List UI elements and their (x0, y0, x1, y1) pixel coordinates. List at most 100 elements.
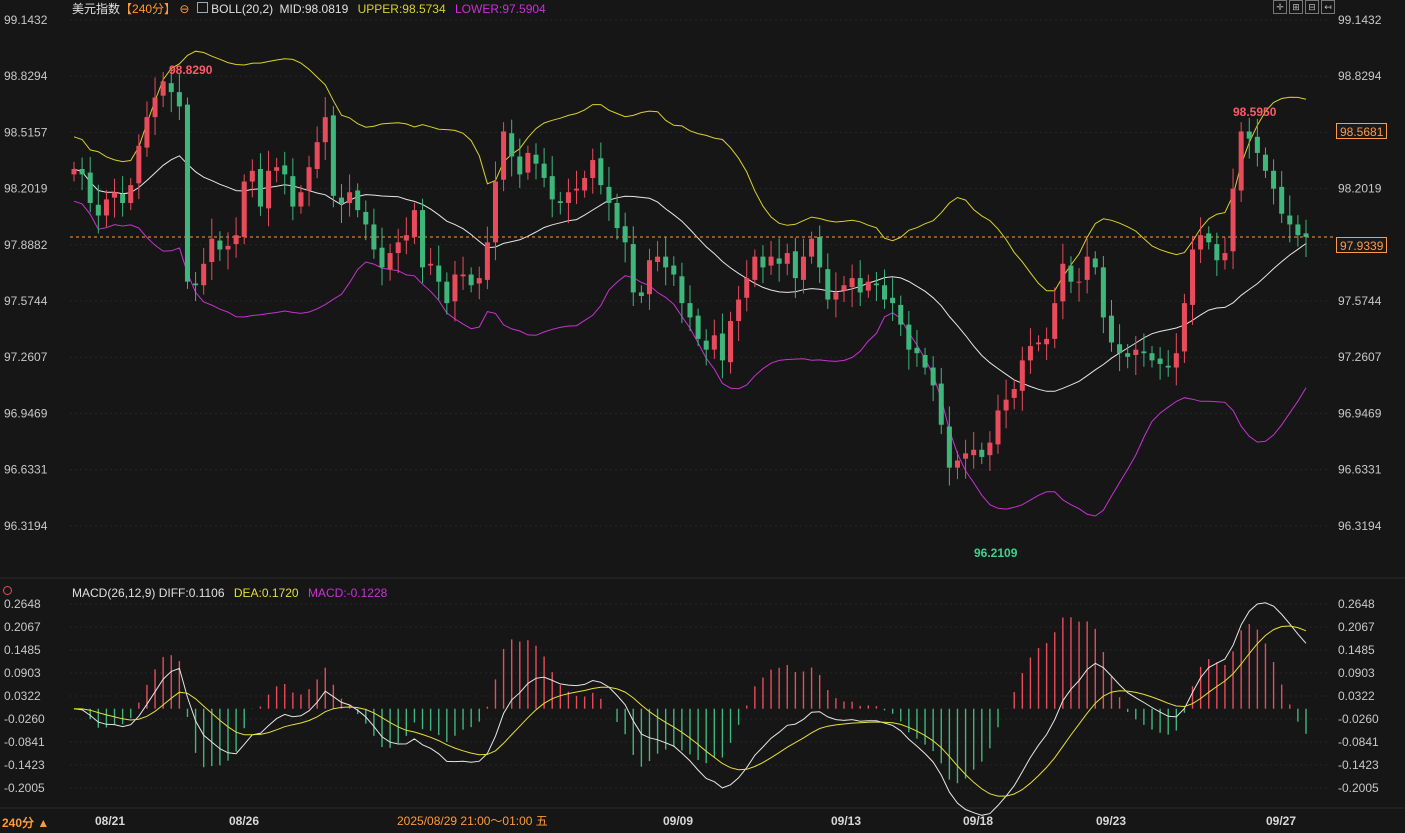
zoom-out-icon[interactable]: ⊟ (1305, 0, 1319, 14)
candle-body (136, 145, 142, 184)
candle-body (784, 253, 790, 264)
candle-body (1271, 170, 1277, 189)
candle-body (330, 115, 336, 196)
candle-body (1173, 353, 1179, 368)
candle-body (476, 278, 482, 284)
candle-body (646, 260, 652, 295)
candle-body (274, 167, 280, 171)
macd-toggle-icon[interactable] (3, 586, 12, 595)
candle-body (582, 177, 588, 191)
high-annotation-1: 98.8290 (169, 63, 213, 77)
macd-axis-right-label: -0.2005 (1338, 781, 1379, 795)
candle-body (1133, 349, 1139, 355)
candle-body (193, 283, 199, 286)
candle-body (590, 160, 596, 178)
candle-body (906, 324, 912, 350)
boll-upper: UPPER:98.5734 (357, 2, 446, 16)
candle-body (679, 276, 685, 304)
candle-body (436, 265, 442, 282)
candle-body (598, 158, 604, 186)
macd-params: MACD(26,12,9) (72, 586, 156, 600)
candle-body (525, 152, 531, 173)
candle-body (184, 104, 190, 282)
candle-body (606, 186, 612, 203)
candle-body (314, 142, 320, 170)
candle-body (1117, 344, 1123, 354)
candle-body (1222, 253, 1228, 261)
price-axis-left-label: 97.2607 (4, 350, 48, 364)
reset-icon[interactable]: ↤ (1321, 0, 1335, 14)
price-axis-right-label: 96.6331 (1338, 463, 1382, 477)
candle-body (1279, 186, 1285, 214)
macd-axis-right-label: 0.2067 (1338, 620, 1375, 634)
candle-body (922, 354, 928, 368)
macd-dea: DEA:0.1720 (233, 586, 299, 600)
candle-body (217, 240, 223, 250)
candle-body (1044, 338, 1050, 345)
candle-body (509, 133, 515, 157)
candle-body (87, 172, 93, 203)
candle-body (1036, 342, 1042, 345)
macd-axis-right-label: -0.0260 (1338, 712, 1379, 726)
indicator-icon[interactable] (196, 2, 208, 13)
macd-axis-left-label: 0.2648 (4, 597, 41, 611)
price-axis-left-label: 97.5744 (4, 294, 48, 308)
candle-body (1108, 315, 1114, 343)
candle-body (736, 299, 742, 322)
candle-body (663, 256, 669, 268)
candle-body (1181, 303, 1187, 352)
candle-body (898, 304, 904, 325)
macd-axis-right-label: 0.2648 (1338, 597, 1375, 611)
candle-body (776, 258, 782, 264)
candle-body (809, 238, 815, 257)
candle-body (452, 274, 458, 302)
candle-body (825, 269, 831, 300)
candle-body (638, 292, 644, 296)
candle-body (298, 192, 304, 207)
candle-body (120, 194, 126, 203)
period-selector-button[interactable]: 240分 ▲ (2, 816, 49, 830)
candle-body (1084, 256, 1090, 280)
candle-body (1157, 358, 1163, 364)
candle-body (841, 285, 847, 291)
candle-body (79, 169, 85, 175)
candle-body (849, 278, 855, 288)
chart-header: 美元指数【240分】 ⊖ BOLL(20,2) MID:98.0819 UPPE… (72, 2, 546, 16)
x-axis-label: 09/09 (663, 814, 693, 828)
candle-body (1019, 360, 1025, 391)
candle-body (914, 347, 920, 354)
candle-body (687, 303, 693, 318)
candle-body (1165, 365, 1171, 368)
candle-body (1076, 281, 1082, 283)
candle-body (890, 297, 896, 304)
candle-body (1092, 258, 1098, 268)
macd-axis-left-label: 0.1485 (4, 643, 41, 657)
candle-body (987, 442, 993, 456)
macd-header: MACD(26,12,9) DIFF:0.1106 DEA:0.1720 MAC… (72, 586, 387, 600)
chart-canvas[interactable]: 99.143299.143298.829498.829498.515798.51… (0, 0, 1405, 833)
cursor-time: 2025/08/29 21:00～01:00 五 (397, 814, 548, 828)
candle-body (1295, 224, 1301, 236)
macd-axis-right-label: -0.0841 (1338, 735, 1379, 749)
candle-body (363, 211, 369, 225)
candle-body (1125, 353, 1131, 357)
candle-body (322, 117, 328, 143)
boll-lower: LOWER:97.5904 (455, 2, 546, 16)
macd-axis-right-label: 0.0322 (1338, 689, 1375, 703)
price-axis-left-label: 98.8294 (4, 69, 48, 83)
macd-axis-left-label: -0.2005 (4, 781, 45, 795)
price-axis-right-label: 97.2607 (1338, 350, 1382, 364)
candle-body (963, 453, 969, 459)
settings-icon[interactable]: ⊖ (179, 2, 189, 16)
zoom-in-icon[interactable]: ⊞ (1289, 0, 1303, 14)
candle-body (95, 204, 101, 216)
bollinger-bands (70, 50, 1336, 517)
candle-body (468, 274, 474, 286)
candle-body (71, 169, 77, 175)
macd-axis-left-label: 0.0903 (4, 666, 41, 680)
move-icon[interactable]: ✛ (1273, 0, 1287, 14)
candle-body (144, 117, 150, 148)
candle-body (160, 81, 166, 96)
period-label[interactable]: 【240分】 (120, 2, 176, 16)
candle-body (792, 251, 798, 279)
